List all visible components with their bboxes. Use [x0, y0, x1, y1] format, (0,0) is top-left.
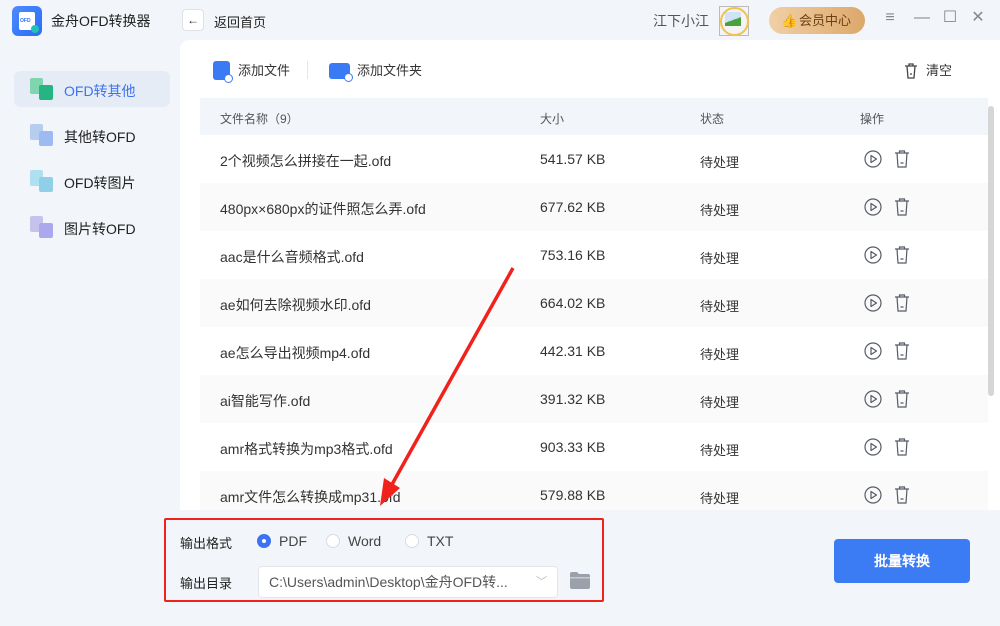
add-folder-icon — [329, 63, 353, 82]
table-row[interactable]: aac是什么音频格式.ofd 753.16 KB 待处理 — [200, 231, 988, 279]
trash-icon — [905, 63, 917, 79]
vip-center-label: 会员中心 — [799, 13, 852, 28]
back-home-link[interactable]: 返回首页 — [214, 12, 266, 31]
table-row[interactable]: amr文件怎么转换成mp31.ofd 579.88 KB 待处理 — [200, 471, 988, 510]
format-radio-word[interactable]: Word — [326, 531, 381, 551]
file-size: 753.16 KB — [540, 247, 606, 263]
maximize-icon[interactable]: ☐ — [940, 8, 960, 28]
delete-icon[interactable] — [894, 150, 910, 168]
delete-icon[interactable] — [894, 294, 910, 312]
toolbar-divider — [307, 61, 308, 79]
play-icon[interactable] — [864, 342, 882, 360]
file-name: 2个视频怎么拼接在一起.ofd — [220, 153, 392, 169]
app-logo-icon: OFD — [12, 6, 42, 36]
table-scrollbar[interactable] — [988, 106, 994, 396]
output-format-label: 输出格式 — [180, 536, 233, 551]
main-panel: 添加文件 添加文件夹 清空 文件名称（9） 大小 状态 操作 2个视频怎么拼接在… — [180, 40, 1000, 510]
table-header: 文件名称（9） 大小 状态 操作 — [200, 98, 988, 135]
user-name[interactable]: 江下小江 — [653, 11, 709, 31]
arrow-left-icon: ← — [187, 13, 199, 27]
add-file-button[interactable]: 添加文件 — [213, 60, 290, 83]
play-icon[interactable] — [864, 246, 882, 264]
delete-icon[interactable] — [894, 438, 910, 456]
file-name: aac是什么音频格式.ofd — [220, 249, 364, 265]
ofd-to-image-icon — [30, 170, 54, 192]
header-status: 状态 — [700, 112, 725, 126]
table-row[interactable]: amr格式转换为mp3格式.ofd 903.33 KB 待处理 — [200, 423, 988, 471]
play-icon[interactable] — [864, 294, 882, 312]
play-icon[interactable] — [864, 438, 882, 456]
delete-icon[interactable] — [894, 390, 910, 408]
output-dir-select[interactable]: C:\Users\admin\Desktop\金舟OFD转... ﹀ — [258, 566, 558, 598]
file-status: 待处理 — [700, 203, 740, 218]
file-status: 待处理 — [700, 443, 740, 458]
vip-center-button[interactable]: 👍 会员中心 — [769, 7, 865, 34]
file-size: 541.57 KB — [540, 151, 606, 167]
file-status: 待处理 — [700, 395, 740, 410]
other-to-ofd-icon — [30, 124, 54, 146]
header-action: 操作 — [860, 112, 885, 126]
add-folder-button[interactable]: 添加文件夹 — [329, 60, 422, 82]
file-size: 903.33 KB — [540, 439, 606, 455]
back-button[interactable]: ← — [182, 9, 204, 31]
file-size: 677.62 KB — [540, 199, 606, 215]
sidebar-item-other-to-ofd[interactable]: 其他转OFD — [14, 117, 170, 153]
file-status: 待处理 — [700, 299, 740, 314]
folder-icon[interactable] — [570, 572, 590, 589]
delete-icon[interactable] — [894, 246, 910, 264]
file-name: ae如何去除视频水印.ofd — [220, 297, 371, 313]
file-size: 579.88 KB — [540, 487, 606, 503]
sidebar-item-image-to-ofd[interactable]: 图片转OFD — [14, 209, 170, 245]
table-row[interactable]: ae如何去除视频水印.ofd 664.02 KB 待处理 — [200, 279, 988, 327]
file-size: 391.32 KB — [540, 391, 606, 407]
delete-icon[interactable] — [894, 198, 910, 216]
minimize-icon[interactable]: — — [912, 8, 932, 28]
header-name: 文件名称（9） — [220, 112, 299, 126]
sidebar-item-ofd-to-image[interactable]: OFD转图片 — [14, 163, 170, 199]
chevron-down-icon: ﹀ — [536, 576, 547, 588]
file-size: 664.02 KB — [540, 295, 606, 311]
format-radio-pdf[interactable]: PDF — [257, 531, 307, 551]
output-dir-label: 输出目录 — [180, 576, 233, 591]
avatar[interactable] — [719, 6, 749, 36]
delete-icon[interactable] — [894, 342, 910, 360]
file-name: ai智能写作.ofd — [220, 393, 311, 409]
ofd-to-other-icon — [30, 78, 54, 100]
image-to-ofd-icon — [30, 216, 54, 238]
table-row[interactable]: 480px×680px的证件照怎么弄.ofd 677.62 KB 待处理 — [200, 183, 988, 231]
delete-icon[interactable] — [894, 486, 910, 504]
menu-icon[interactable]: ≡ — [880, 8, 900, 28]
table-row[interactable]: ae怎么导出视频mp4.ofd 442.31 KB 待处理 — [200, 327, 988, 375]
file-name: amr格式转换为mp3格式.ofd — [220, 441, 393, 457]
format-radio-txt[interactable]: TXT — [405, 531, 453, 551]
thumbs-up-icon: 👍 — [781, 13, 798, 28]
table-row[interactable]: 2个视频怎么拼接在一起.ofd 541.57 KB 待处理 — [200, 135, 988, 183]
file-status: 待处理 — [700, 347, 740, 362]
file-name: amr文件怎么转换成mp31.ofd — [220, 489, 401, 505]
add-file-icon — [213, 61, 233, 83]
footer-bar — [0, 619, 1000, 626]
header-size: 大小 — [540, 112, 565, 126]
file-name: ae怎么导出视频mp4.ofd — [220, 345, 371, 361]
play-icon[interactable] — [864, 390, 882, 408]
title-bar: OFD 金舟OFD转换器 ← 返回首页 江下小江 👍 会员中心 ≡ — ☐ ✕ — [0, 0, 1000, 40]
close-icon[interactable]: ✕ — [968, 8, 988, 28]
play-icon[interactable] — [864, 198, 882, 216]
clear-button[interactable]: 清空 — [904, 60, 952, 82]
file-size: 442.31 KB — [540, 343, 606, 359]
play-icon[interactable] — [864, 150, 882, 168]
batch-convert-button[interactable]: 批量转换 — [834, 539, 970, 583]
app-title: 金舟OFD转换器 — [51, 13, 151, 29]
output-options: 输出格式 PDF Word TXT 输出目录 C:\Users\admin\De… — [164, 518, 604, 602]
sidebar-item-ofd-to-other[interactable]: OFD转其他 — [14, 71, 170, 107]
table-row[interactable]: ai智能写作.ofd 391.32 KB 待处理 — [200, 375, 988, 423]
play-icon[interactable] — [864, 486, 882, 504]
file-name: 480px×680px的证件照怎么弄.ofd — [220, 201, 426, 217]
file-status: 待处理 — [700, 251, 740, 266]
file-status: 待处理 — [700, 155, 740, 170]
file-status: 待处理 — [700, 491, 740, 506]
file-table: 文件名称（9） 大小 状态 操作 2个视频怎么拼接在一起.ofd 541.57 K… — [200, 98, 988, 510]
